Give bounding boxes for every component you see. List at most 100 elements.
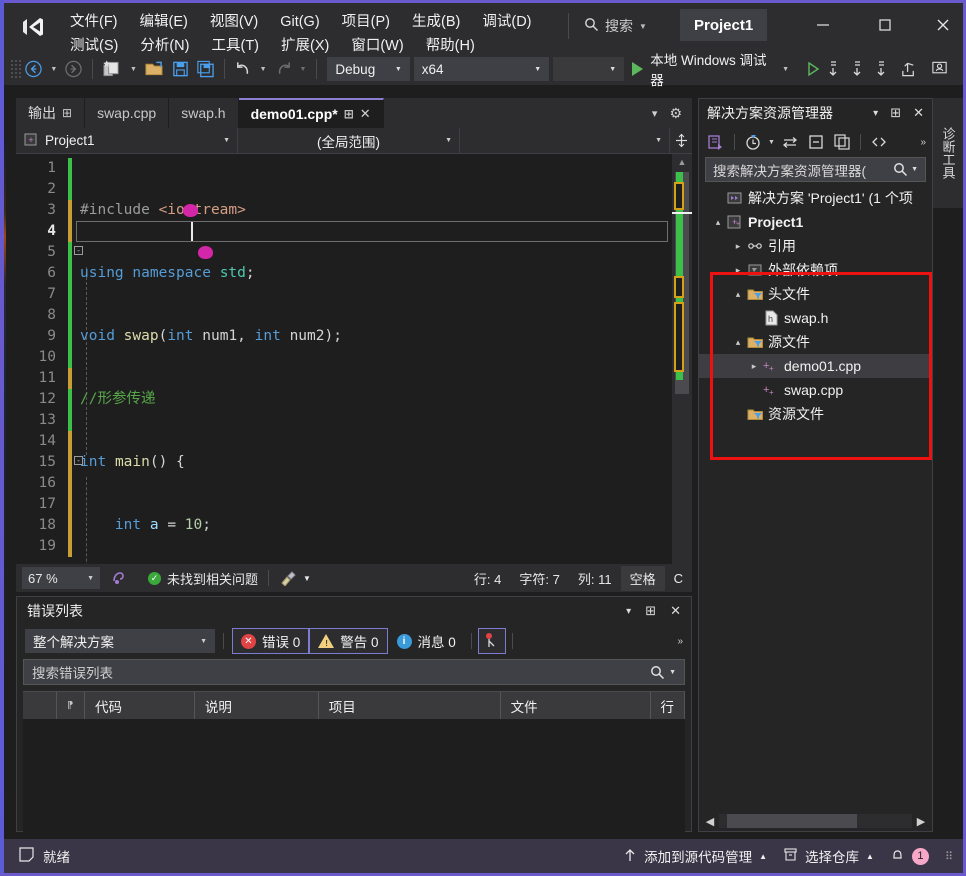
collapse-all-icon[interactable] [805, 131, 827, 153]
overflow-icon[interactable]: » [677, 636, 683, 647]
chevron-down-icon[interactable]: ▾ [626, 606, 631, 617]
tab-swap-h[interactable]: swap.h [169, 98, 239, 128]
tree-expander[interactable]: ▸ [731, 265, 745, 276]
share-button[interactable] [897, 56, 922, 82]
code-cleanup-button[interactable]: ▼ [269, 570, 321, 586]
tree-item-external-dependencies[interactable]: ▸ 外部依赖项 [699, 258, 932, 282]
gear-icon[interactable]: ⚙ [669, 105, 682, 122]
column-sort-indicator[interactable]: ⁋ [57, 692, 85, 719]
analysis-status[interactable]: ✓ 未找到相关问题 [138, 569, 268, 588]
copilot-status-button[interactable] [100, 569, 138, 587]
editor-vertical-scrollbar[interactable]: ▲ ▼ [672, 154, 692, 580]
tree-expander[interactable]: ▴ [731, 337, 745, 348]
chevron-down-icon[interactable]: ▼ [768, 139, 775, 146]
save-all-button[interactable] [193, 56, 218, 82]
undo-button[interactable] [231, 56, 256, 82]
error-list-search-input[interactable]: 搜索错误列表 ▼ [23, 659, 685, 685]
tree-item-solution[interactable]: 解决方案 'Project1' (1 个项 [699, 186, 932, 210]
column-line[interactable]: 行 [651, 692, 685, 719]
navigate-back-dropdown-icon[interactable]: ▼ [46, 66, 61, 73]
solution-explorer-search-input[interactable]: 搜索解决方案资源管理器( ▼ [705, 157, 926, 182]
search-icon[interactable]: ▼ [893, 162, 918, 177]
chevron-down-icon[interactable]: ▼ [778, 66, 793, 73]
error-scope-combo[interactable]: 整个解决方案 ▼ [25, 629, 215, 653]
open-file-button[interactable] [141, 56, 168, 82]
tree-item-resource-files[interactable]: 资源文件 [699, 402, 932, 426]
menu-build[interactable]: 生成(B) [401, 8, 471, 33]
pin-icon[interactable]: ⊞ [62, 106, 72, 120]
window-minimize-button[interactable] [800, 9, 846, 41]
pending-changes-icon[interactable] [742, 131, 764, 153]
status-encoding[interactable]: C [665, 571, 692, 586]
diagnostic-tools-dock-tab[interactable]: 诊断工具 [933, 98, 963, 208]
chevron-down-icon[interactable]: ▾ [873, 108, 878, 119]
notifications-button[interactable]: 1 [890, 847, 929, 866]
filter-warnings-button[interactable]: ! 警告 0 [309, 628, 388, 654]
column-project[interactable]: 项目 [319, 692, 501, 719]
tree-expander[interactable]: ▸ [731, 241, 745, 252]
live-share-button[interactable] [928, 56, 953, 82]
solution-platform-combo[interactable]: x64 ▼ [413, 57, 550, 81]
resize-grip-icon[interactable]: ⠿ [945, 850, 953, 863]
window-maximize-button[interactable] [862, 9, 908, 41]
navbar-scope-combo[interactable]: (全局范围) ▼ [238, 128, 460, 153]
overflow-icon[interactable]: » [920, 137, 926, 148]
start-debugging-button[interactable]: 本地 Windows 调试器 ▼ [624, 53, 801, 88]
chevron-up-icon[interactable]: ▲ [866, 852, 874, 861]
tree-item-demo01-cpp[interactable]: ▸ + + demo01.cpp [699, 354, 932, 378]
toolbar-grip[interactable] [10, 59, 22, 79]
pin-icon[interactable]: ⊞ [344, 107, 354, 121]
tree-item-project1[interactable]: ▴ + + Project1 [699, 210, 932, 234]
step-into-button[interactable] [873, 56, 897, 82]
column-file[interactable]: 文件 [501, 692, 651, 719]
navbar-project-combo[interactable]: + Project1 ▼ [16, 128, 238, 153]
tree-expander[interactable]: ▴ [731, 289, 745, 300]
properties-icon[interactable] [831, 131, 853, 153]
status-indentation[interactable]: 空格 [620, 565, 665, 591]
navigate-forward-button[interactable] [61, 56, 86, 82]
chevron-down-icon[interactable]: ▼ [639, 22, 647, 31]
extra-combo[interactable]: ▼ [553, 57, 625, 81]
navbar-member-combo[interactable]: ▼ [460, 128, 670, 153]
tree-expander[interactable]: ▸ [747, 361, 761, 372]
code-view-icon[interactable] [705, 131, 727, 153]
tab-swap-cpp[interactable]: swap.cpp [85, 98, 170, 128]
column-code[interactable]: 代码 [85, 692, 195, 719]
menu-view[interactable]: 视图(V) [199, 8, 269, 33]
solution-name-chip[interactable]: Project1 [680, 9, 768, 41]
solution-configuration-combo[interactable]: Debug ▼ [327, 57, 410, 81]
global-search-box[interactable]: 搜索 ▼ [584, 13, 674, 39]
solution-explorer-horizontal-scrollbar[interactable]: ◀ ▶ [699, 811, 932, 831]
tree-expander[interactable]: ▴ [711, 217, 725, 228]
window-close-button[interactable] [920, 9, 966, 41]
start-without-debugging-button[interactable] [801, 56, 825, 82]
select-repository-button[interactable]: 选择仓库 ▲ [783, 846, 874, 866]
close-icon[interactable]: ✕ [360, 106, 371, 122]
menu-debug[interactable]: 调试(D) [471, 8, 542, 33]
code-editor-surface[interactable]: 1 2 3 4 5 6 7 8 9 10 11 12 13 14 15 16 1… [16, 154, 692, 580]
navigate-back-button[interactable] [21, 56, 46, 82]
undo-dropdown-icon[interactable]: ▼ [256, 66, 271, 73]
close-icon[interactable]: ✕ [913, 105, 924, 121]
tree-item-header-files[interactable]: ▴ 头文件 [699, 282, 932, 306]
show-all-files-icon[interactable] [868, 131, 890, 153]
tree-item-swap-cpp[interactable]: + + swap.cpp [699, 378, 932, 402]
sync-icon[interactable] [779, 131, 801, 153]
menu-file[interactable]: 文件(F) [59, 8, 129, 33]
save-button[interactable] [168, 56, 193, 82]
solution-tree[interactable]: 解决方案 'Project1' (1 个项 ▴ + + Project1 ▸ 引用… [699, 186, 932, 426]
new-item-dropdown-icon[interactable]: ▼ [126, 66, 141, 73]
add-to-source-control-button[interactable]: 添加到源代码管理 ▲ [623, 846, 767, 866]
menu-git[interactable]: Git(G) [269, 12, 330, 32]
column-severity[interactable] [23, 692, 57, 719]
build-intellisense-filter-button[interactable] [477, 628, 506, 654]
pin-icon[interactable]: ⊞ [645, 603, 656, 619]
column-description[interactable]: 说明 [195, 692, 319, 719]
tree-item-source-files[interactable]: ▴ 源文件 [699, 330, 932, 354]
tree-item-swap-h[interactable]: h swap.h [699, 306, 932, 330]
intellisense-bubble-icon[interactable] [198, 246, 213, 259]
hscroll-thumb[interactable] [727, 814, 857, 828]
menu-edit[interactable]: 编辑(E) [129, 8, 199, 33]
filter-errors-button[interactable]: ✕ 错误 0 [232, 628, 310, 654]
zoom-level-combo[interactable]: 67 % ▼ [22, 567, 100, 589]
